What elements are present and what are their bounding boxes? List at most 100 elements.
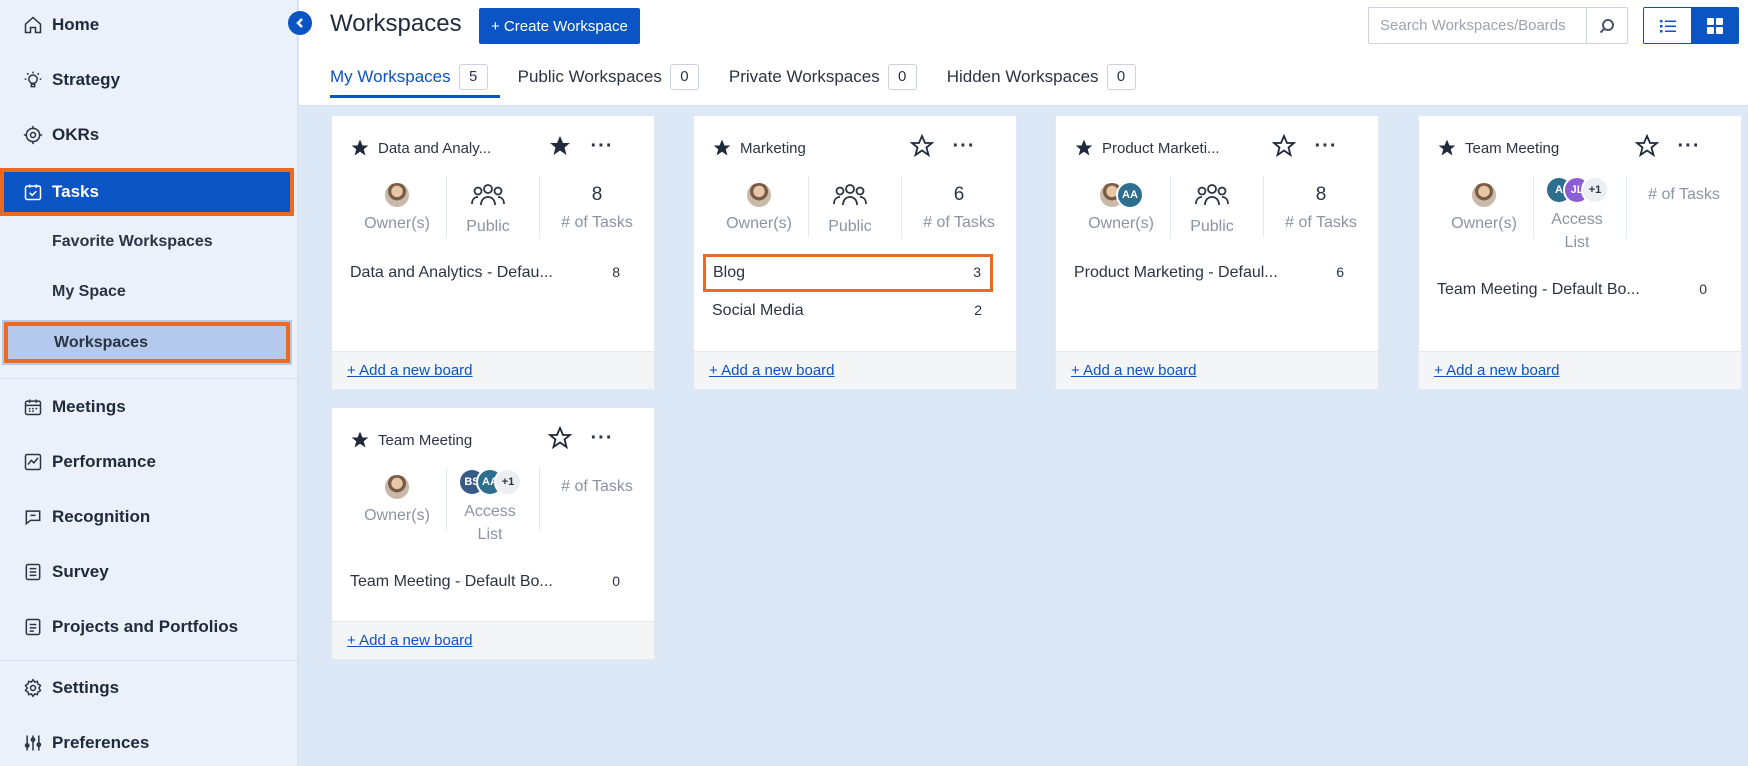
board-name[interactable]: Team Meeting - Default Bo... <box>350 573 553 591</box>
star-filled-icon[interactable] <box>548 134 572 158</box>
nav-meetings[interactable]: Meetings <box>0 385 294 429</box>
nav-preferences[interactable]: Preferences <box>0 721 294 765</box>
board-name[interactable]: Social Media <box>712 302 804 320</box>
more-avatars-badge[interactable]: +1 <box>494 468 522 496</box>
favorite-star-filled-icon[interactable] <box>712 138 732 158</box>
owners-stat: Owner(s) <box>722 181 796 233</box>
tasks-count: 6 <box>953 184 965 205</box>
add-board-link[interactable]: + Add a new board <box>347 632 473 649</box>
sub-my-space[interactable]: My Space <box>0 270 294 314</box>
favorite-star-filled-icon[interactable] <box>1074 138 1094 158</box>
favorite-star-filled-icon[interactable] <box>1437 138 1457 158</box>
add-board-link[interactable]: + Add a new board <box>1071 362 1197 379</box>
board-row[interactable]: Blog 3 <box>703 254 993 292</box>
create-workspace-button[interactable]: + Create Workspace <box>479 8 640 44</box>
tab-public-workspaces[interactable]: Public Workspaces 0 <box>518 58 699 96</box>
board-row[interactable]: Data and Analytics - Defau... 8 <box>350 264 640 282</box>
nav-okrs[interactable]: OKRs <box>0 113 294 157</box>
card-title[interactable]: Data and Analy... <box>378 140 491 157</box>
public-label: Public <box>828 218 872 235</box>
board-name[interactable]: Team Meeting - Default Bo... <box>1437 281 1640 299</box>
tab-private-workspaces[interactable]: Private Workspaces 0 <box>729 58 917 96</box>
owner-avatar[interactable] <box>745 181 773 209</box>
tasks-stat: 8 # of Tasks <box>1271 184 1371 232</box>
nav-recognition[interactable]: Recognition <box>0 495 294 539</box>
favorite-star-filled-icon[interactable] <box>350 138 370 158</box>
divider <box>1533 176 1534 238</box>
board-row[interactable]: Product Marketing - Defaul... 6 <box>1074 264 1364 282</box>
visibility-stat: Public <box>1182 181 1242 236</box>
star-outline-icon[interactable] <box>1272 134 1296 158</box>
star-outline-icon[interactable] <box>548 426 572 450</box>
more-options-button[interactable]: ··· <box>1314 134 1338 158</box>
ellipsis-icon: ··· <box>590 427 614 449</box>
nav-home[interactable]: Home <box>0 3 294 47</box>
grid-view-button[interactable] <box>1691 8 1738 43</box>
owner-avatar[interactable] <box>383 181 411 209</box>
nav-tasks[interactable]: Tasks <box>0 168 294 216</box>
owner-avatar[interactable] <box>1470 181 1498 209</box>
tab-my-workspaces[interactable]: My Workspaces 5 <box>330 58 500 98</box>
sidebar: Home Strategy OKRs Tasks Favorite Worksp… <box>0 0 298 766</box>
star-outline-icon[interactable] <box>1635 134 1659 158</box>
add-board-link[interactable]: + Add a new board <box>347 362 473 379</box>
more-avatars-badge[interactable]: +1 <box>1581 176 1609 204</box>
search-input[interactable] <box>1369 8 1586 43</box>
board-row[interactable]: Team Meeting - Default Bo... 0 <box>1437 281 1727 299</box>
collapse-sidebar-button[interactable] <box>288 11 312 35</box>
board-name[interactable]: Data and Analytics - Defau... <box>350 264 553 282</box>
board-name[interactable]: Blog <box>713 264 745 282</box>
tasks-stat: # of Tasks <box>547 478 647 496</box>
workspace-card: Team Meeting ··· Owner(s) BS AA +1 Acces… <box>331 407 655 660</box>
more-options-button[interactable]: ··· <box>590 134 614 158</box>
board-name[interactable]: Product Marketing - Defaul... <box>1074 264 1278 282</box>
tab-count: 0 <box>1106 64 1136 90</box>
card-title[interactable]: Product Marketi... <box>1102 140 1220 157</box>
nav-label: Strategy <box>52 70 121 89</box>
tasks-label: # of Tasks <box>561 478 633 495</box>
ellipsis-icon: ··· <box>590 135 614 157</box>
tab-count: 5 <box>458 64 488 90</box>
nav-survey[interactable]: Survey <box>0 550 294 594</box>
nav-settings[interactable]: Settings <box>0 666 294 710</box>
board-row[interactable]: Team Meeting - Default Bo... 0 <box>350 573 640 591</box>
owner-avatar[interactable]: AA <box>1116 181 1144 209</box>
nav-label: Performance <box>52 452 156 471</box>
card-title[interactable]: Marketing <box>740 140 806 157</box>
add-board-link[interactable]: + Add a new board <box>709 362 835 379</box>
more-options-button[interactable]: ··· <box>952 134 976 158</box>
grid-view-icon <box>1706 17 1723 34</box>
star-outline-icon[interactable] <box>910 134 934 158</box>
list-label: List <box>477 526 503 543</box>
owner-avatar[interactable] <box>383 473 411 501</box>
sub-workspaces[interactable]: Workspaces <box>2 320 292 365</box>
divider <box>0 378 298 379</box>
board-count: 3 <box>973 264 981 280</box>
board-row[interactable]: Social Media 2 <box>712 302 1002 320</box>
list-view-button[interactable] <box>1644 8 1691 43</box>
favorite-star-filled-icon[interactable] <box>350 430 370 450</box>
list-view-icon <box>1659 19 1676 32</box>
owners-label: Owner(s) <box>726 215 792 232</box>
tasks-label: # of Tasks <box>1285 214 1357 231</box>
lightbulb-icon <box>22 69 44 91</box>
access-stat: A JL +1 Access List <box>1537 176 1617 254</box>
sub-favorite-workspaces[interactable]: Favorite Workspaces <box>0 220 294 264</box>
nav-projects-portfolios[interactable]: Projects and Portfolios <box>0 605 294 649</box>
more-options-button[interactable]: ··· <box>1677 134 1701 158</box>
card-title[interactable]: Team Meeting <box>1465 140 1559 157</box>
tab-count: 0 <box>887 64 917 90</box>
nav-performance[interactable]: Performance <box>0 440 294 484</box>
ellipsis-icon: ··· <box>1677 135 1701 157</box>
chat-icon <box>22 506 44 528</box>
search-button[interactable] <box>1586 8 1627 43</box>
tab-hidden-workspaces[interactable]: Hidden Workspaces 0 <box>947 58 1136 96</box>
access-label: Access <box>1551 211 1603 228</box>
more-options-button[interactable]: ··· <box>590 426 614 450</box>
workspace-card: Data and Analy... ··· Owner(s) Public 8 … <box>331 115 655 390</box>
board-count: 8 <box>612 264 620 280</box>
nav-strategy[interactable]: Strategy <box>0 58 294 102</box>
sub-label: My Space <box>52 283 126 300</box>
card-title[interactable]: Team Meeting <box>378 432 472 449</box>
add-board-link[interactable]: + Add a new board <box>1434 362 1560 379</box>
